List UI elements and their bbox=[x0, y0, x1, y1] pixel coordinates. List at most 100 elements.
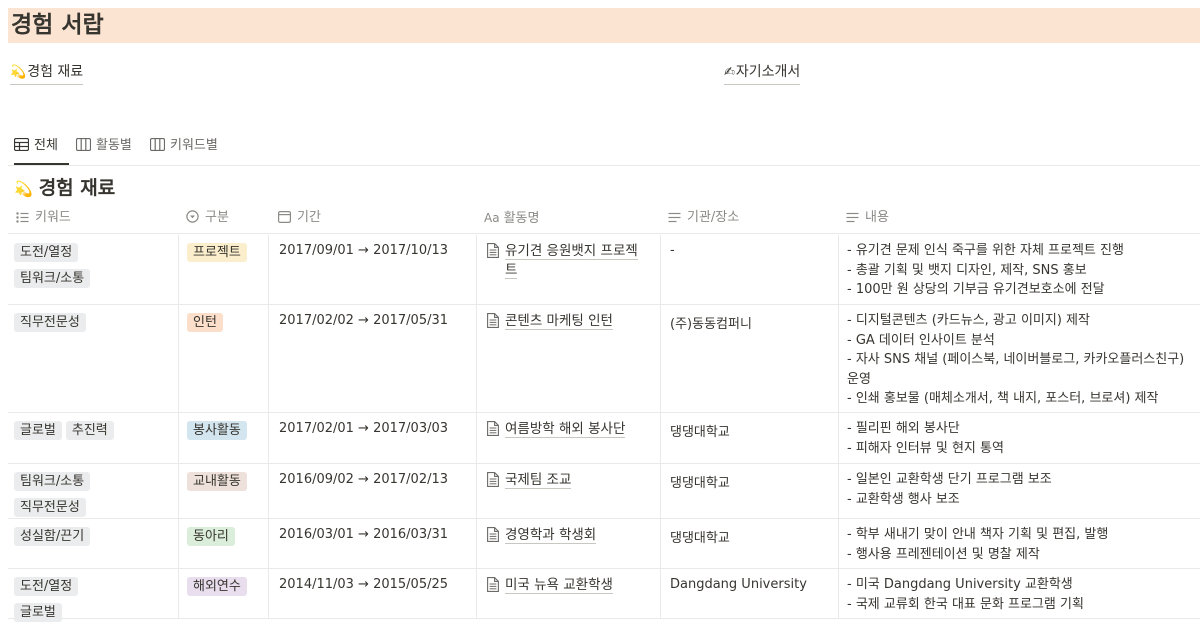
link-experience-material[interactable]: 💫경험 재료 bbox=[10, 62, 84, 85]
content-line: - 인쇄 홍보물 (매체소개서, 책 내지, 포스터, 브로셔) 제작 bbox=[847, 391, 1159, 406]
tab-label: 활동별 bbox=[96, 138, 132, 153]
organization-cell[interactable]: 댕댕대학교 bbox=[660, 464, 838, 518]
keywords-cell[interactable]: 도전/열정글로벌 bbox=[8, 569, 178, 622]
type-tag: 해외연수 bbox=[187, 577, 247, 596]
activity-name-cell[interactable]: 콘텐츠 마케팅 인턴 bbox=[476, 305, 660, 412]
content-line: - 유기견 문제 인식 죽구를 위한 자체 프로젝트 진행 bbox=[847, 243, 1124, 258]
keywords-cell[interactable]: 도전/열정 팀워크/소통 bbox=[8, 235, 178, 304]
column-label: 구분 bbox=[205, 210, 229, 225]
table-row[interactable]: 도전/열정 팀워크/소통 프로젝트 2017/09/01 → 2017/10/13… bbox=[8, 235, 1200, 305]
page-doc-icon bbox=[487, 472, 499, 487]
column-header-period[interactable]: 기간 bbox=[278, 204, 321, 234]
period-cell[interactable]: 2017/02/01 → 2017/03/03 bbox=[268, 413, 476, 463]
period-cell[interactable]: 2017/02/02 → 2017/05/31 bbox=[268, 305, 476, 412]
organization-cell[interactable]: (주)동동컴퍼니 bbox=[660, 305, 838, 412]
content-cell[interactable]: - 일본인 교환학생 단기 프로그램 보조 - 교환학생 행사 보조 bbox=[838, 464, 1200, 518]
tab-label: 전체 bbox=[34, 138, 58, 153]
type-tag: 프로젝트 bbox=[187, 243, 247, 262]
database-title-text: 경험 재료 bbox=[38, 177, 116, 199]
keywords-cell[interactable]: 성실함/끈기 bbox=[8, 519, 178, 568]
sparkle-emoji-icon: 💫 bbox=[10, 65, 27, 80]
table-row[interactable]: 직무전문성 인턴 2017/02/02 → 2017/05/31 콘텐츠 마케팅… bbox=[8, 305, 1200, 413]
content-cell[interactable]: - 디지털콘텐츠 (카드뉴스, 광고 이미지) 제작 - GA 데이터 인사이트 … bbox=[838, 305, 1200, 412]
organization-cell[interactable]: 댕댕대학교 bbox=[660, 519, 838, 568]
type-cell[interactable]: 동아리 bbox=[178, 519, 268, 568]
type-cell[interactable]: 프로젝트 bbox=[178, 235, 268, 304]
tabs-divider bbox=[8, 165, 1200, 166]
organization-cell[interactable]: - bbox=[660, 235, 838, 304]
organization-cell[interactable]: Dangdang University bbox=[660, 569, 838, 618]
type-cell[interactable]: 인턴 bbox=[178, 305, 268, 412]
table-row[interactable]: 글로벌 추진력 봉사활동 2017/02/01 → 2017/03/03 여름방학… bbox=[8, 413, 1200, 464]
page-title: 경험 서랍 bbox=[11, 12, 104, 38]
page-doc-icon bbox=[487, 313, 499, 328]
type-tag: 인턴 bbox=[187, 313, 223, 332]
period-cell[interactable]: 2017/09/01 → 2017/10/13 bbox=[268, 235, 476, 304]
tab-by-keyword[interactable]: 키워드별 bbox=[149, 134, 218, 165]
column-header-keywords[interactable]: 키워드 bbox=[16, 204, 71, 234]
period-cell[interactable]: 2016/09/02 → 2017/02/13 bbox=[268, 464, 476, 518]
activity-name-text[interactable]: 경영학과 학생회 bbox=[505, 526, 654, 545]
table-row[interactable]: 도전/열정글로벌 해외연수 2014/11/03 → 2015/05/25 미국… bbox=[8, 569, 1200, 622]
column-header-activity-name[interactable]: Aa 활동명 bbox=[484, 204, 539, 234]
activity-name-text[interactable]: 미국 뉴욕 교환학생 bbox=[505, 576, 654, 595]
activity-name-text[interactable]: 여름방학 해외 봉사단 bbox=[505, 420, 654, 439]
activity-name-line: 트 bbox=[505, 262, 518, 279]
sparkle-emoji-icon: 💫 bbox=[14, 180, 33, 198]
column-header-content[interactable]: 내용 bbox=[846, 204, 889, 234]
title-aa-icon: Aa bbox=[484, 211, 500, 225]
activity-name-text[interactable]: 국제팀 조교 bbox=[505, 471, 654, 490]
activity-name-text[interactable]: 콘텐츠 마케팅 인턴 bbox=[505, 312, 654, 331]
content-line: - 행사용 프레젠테이션 및 명찰 제작 bbox=[847, 546, 1040, 562]
keyword-tag: 직무전문성 bbox=[14, 498, 86, 517]
keyword-tag: 팀워크/소통 bbox=[14, 472, 91, 491]
content-cell[interactable]: - 학부 새내기 맞이 안내 책자 기획 및 편집, 발행 - 행사용 프레젠테이… bbox=[838, 519, 1200, 568]
content-cell[interactable]: - 필리핀 해외 봉사단 - 피해자 인터뷰 및 현지 통역 bbox=[838, 413, 1200, 463]
tab-by-activity[interactable]: 활동별 bbox=[75, 134, 132, 165]
activity-name-cell[interactable]: 미국 뉴욕 교환학생 bbox=[476, 569, 660, 618]
page-doc-icon bbox=[487, 527, 499, 542]
table-row[interactable]: 성실함/끈기 동아리 2016/03/01 → 2016/03/31 경영학과 … bbox=[8, 519, 1200, 569]
column-header-type[interactable]: 구분 bbox=[186, 204, 229, 234]
period-cell[interactable]: 2016/03/01 → 2016/03/31 bbox=[268, 519, 476, 568]
keywords-cell[interactable]: 글로벌 추진력 bbox=[8, 413, 178, 463]
link-self-introduction[interactable]: ✍자기소개서 bbox=[724, 62, 801, 85]
page-doc-icon bbox=[487, 243, 499, 258]
tab-all[interactable]: 전체 bbox=[13, 134, 69, 165]
column-label: 기간 bbox=[297, 210, 321, 225]
column-header-organization[interactable]: 기관/장소 bbox=[668, 204, 739, 234]
content-cell[interactable]: - 미국 Dangdang University 교환학생 - 국제 교류회 한국… bbox=[838, 569, 1200, 618]
board-icon bbox=[75, 137, 92, 152]
content-line: - 국제 교류회 한국 대표 문화 프로그램 기획 bbox=[847, 596, 1084, 612]
keyword-tag: 글로벌 bbox=[14, 603, 62, 622]
column-label: 활동명 bbox=[503, 211, 540, 226]
type-cell[interactable]: 교내활동 bbox=[178, 464, 268, 518]
keyword-tag: 도전/열정 bbox=[14, 577, 79, 596]
page-doc-icon bbox=[487, 577, 499, 592]
content-line: - 100만 원 상당의 기부금 유기견보호소에 전달 bbox=[847, 282, 1105, 297]
activity-name-text[interactable]: 유기견 응원뱃지 프로젝트 bbox=[505, 242, 654, 280]
activity-name-cell[interactable]: 경영학과 학생회 bbox=[476, 519, 660, 568]
activity-name-line: 유기견 응원뱃지 프로젝 bbox=[505, 243, 638, 260]
column-label: 키워드 bbox=[35, 210, 71, 225]
table-icon bbox=[13, 137, 30, 152]
type-cell[interactable]: 봉사활동 bbox=[178, 413, 268, 463]
activity-name-line: 미국 뉴욕 교환학생 bbox=[505, 577, 613, 594]
type-cell[interactable]: 해외연수 bbox=[178, 569, 268, 618]
activity-name-cell[interactable]: 유기견 응원뱃지 프로젝트 bbox=[476, 235, 660, 304]
column-label: 내용 bbox=[865, 210, 889, 225]
activity-name-cell[interactable]: 여름방학 해외 봉사단 bbox=[476, 413, 660, 463]
table-row[interactable]: 팀워크/소통직무전문성 교내활동 2016/09/02 → 2017/02/13… bbox=[8, 464, 1200, 519]
database-title[interactable]: 💫 경험 재료 bbox=[14, 175, 115, 202]
select-icon bbox=[186, 210, 199, 223]
keywords-cell[interactable]: 팀워크/소통직무전문성 bbox=[8, 464, 178, 518]
organization-cell[interactable]: 댕댕대학교 bbox=[660, 413, 838, 463]
activity-name-cell[interactable]: 국제팀 조교 bbox=[476, 464, 660, 518]
column-label: 기관/장소 bbox=[687, 210, 740, 225]
content-cell[interactable]: - 유기견 문제 인식 죽구를 위한 자체 프로젝트 진행 - 총괄 기획 및 뱃… bbox=[838, 235, 1200, 304]
content-line: - 학부 새내기 맞이 안내 책자 기획 및 편집, 발행 bbox=[847, 527, 1109, 542]
table-header: 키워드 구분 기간 Aa 활동명 기관/장소 내용 bbox=[8, 204, 1200, 234]
keywords-cell[interactable]: 직무전문성 bbox=[8, 305, 178, 412]
content-line: - 디지털콘텐츠 (카드뉴스, 광고 이미지) 제작 bbox=[847, 313, 1090, 328]
period-cell[interactable]: 2014/11/03 → 2015/05/25 bbox=[268, 569, 476, 618]
